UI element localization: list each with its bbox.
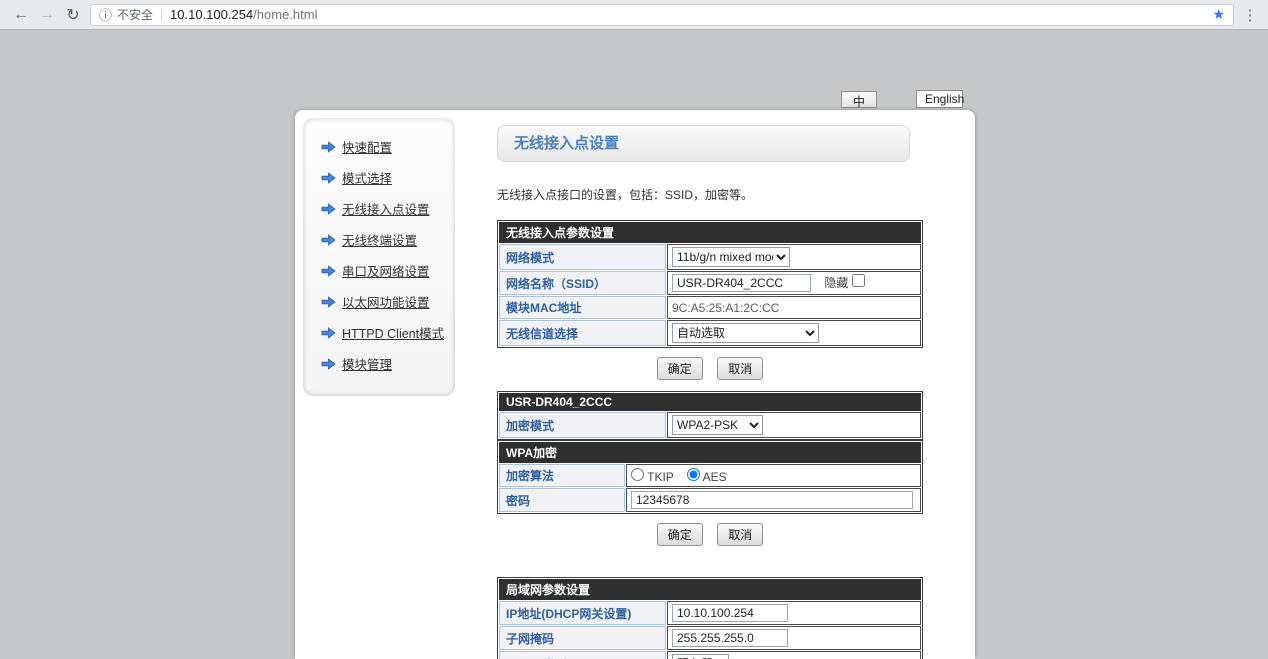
- arrow-right-icon: [321, 234, 336, 246]
- table-row: 加密模式 WPA2-PSK: [499, 412, 921, 438]
- sidebar-item-uart-settings[interactable]: 串口及网络设置: [303, 255, 455, 286]
- encryption-mode-select[interactable]: WPA2-PSK: [672, 415, 763, 435]
- url-host: 10.10.100.254: [170, 7, 253, 22]
- lan-settings-table: 局域网参数设置 IP地址(DHCP网关设置) 子网掩码 DHCP 类型: [497, 577, 923, 659]
- sidebar-item-label: 无线终端设置: [342, 230, 417, 249]
- security-label: 不安全: [117, 6, 153, 23]
- arrow-right-icon: [321, 141, 336, 153]
- security-table-header: USR-DR404_2CCC: [499, 393, 921, 411]
- tkip-radio[interactable]: [631, 468, 644, 481]
- language-chinese-button[interactable]: 中文: [841, 91, 877, 108]
- tkip-label: TKIP: [647, 470, 673, 484]
- table-row: 密码: [499, 488, 921, 512]
- page-title: 无线接入点设置: [498, 126, 909, 161]
- back-icon[interactable]: ←: [8, 6, 34, 24]
- security-ok-button[interactable]: 确定: [657, 523, 703, 546]
- network-mode-select[interactable]: 11b/g/n mixed mode: [672, 247, 790, 267]
- ap-settings-table: 无线接入点参数设置 网络模式 11b/g/n mixed mode 网络名称（S…: [497, 220, 923, 348]
- network-mode-label: 网络模式: [499, 244, 666, 270]
- forward-icon[interactable]: →: [34, 6, 60, 24]
- sidebar-item-ap-settings[interactable]: 无线接入点设置: [303, 193, 455, 224]
- hide-ssid-checkbox[interactable]: [852, 274, 865, 287]
- table-row: 网络模式 11b/g/n mixed mode: [499, 244, 921, 270]
- sidebar-item-label: 串口及网络设置: [342, 261, 430, 280]
- sidebar-item-ethernet-settings[interactable]: 以太网功能设置: [303, 286, 455, 317]
- ssid-input[interactable]: [672, 274, 811, 292]
- table-row: 子网掩码: [499, 626, 921, 650]
- sidebar-item-mode-select[interactable]: 模式选择: [303, 162, 455, 193]
- encryption-mode-label: 加密模式: [499, 412, 666, 438]
- wpa-table-header: WPA加密: [499, 442, 921, 463]
- browser-menu-icon[interactable]: ⋮: [1240, 6, 1260, 24]
- address-bar[interactable]: ⓘ 不安全 10.10.100.254 /home.html ★: [90, 4, 1234, 26]
- sidebar-item-label: 快速配置: [342, 137, 392, 156]
- ip-address-label: IP地址(DHCP网关设置): [499, 601, 666, 625]
- omnibox-divider: [161, 8, 162, 22]
- arrow-right-icon: [321, 296, 336, 308]
- title-banner: 无线接入点设置: [497, 125, 910, 162]
- bookmark-star-icon[interactable]: ★: [1212, 6, 1225, 23]
- arrow-right-icon: [321, 172, 336, 184]
- sidebar-item-quick-config[interactable]: 快速配置: [303, 131, 455, 162]
- ap-ok-button[interactable]: 确定: [657, 357, 703, 380]
- password-label: 密码: [499, 488, 625, 512]
- language-english-button[interactable]: English: [916, 90, 963, 108]
- arrow-right-icon: [321, 358, 336, 370]
- algorithm-label: 加密算法: [499, 464, 625, 487]
- page-background: 中文 English 快速配置 模式选择 无线接入点设置 无线终端设置: [0, 30, 1268, 659]
- security-cancel-button[interactable]: 取消: [717, 523, 763, 546]
- mac-address-label: 模块MAC地址: [499, 296, 666, 319]
- sidebar-nav: 快速配置 模式选择 无线接入点设置 无线终端设置 串口及网络设置 以太网功能设置: [303, 118, 455, 396]
- main-content: 无线接入点设置 无线接入点接口的设置，包括：SSID，加密等。 无线接入点参数设…: [497, 110, 925, 659]
- arrow-right-icon: [321, 203, 336, 215]
- lan-table-header: 局域网参数设置: [499, 579, 921, 600]
- table-row: 模块MAC地址 9C:A5:25:A1:2C:CC: [499, 296, 921, 319]
- dhcp-type-label: DHCP 类型: [499, 651, 666, 659]
- mac-address-value: 9C:A5:25:A1:2C:CC: [667, 296, 921, 319]
- sidebar-item-httpd-client[interactable]: HTTPD Client模式: [303, 317, 455, 348]
- wpa-settings-table: WPA加密 加密算法 TKIP AES 密: [497, 440, 923, 514]
- aes-radio[interactable]: [687, 468, 700, 481]
- browser-toolbar: ← → ↻ ⓘ 不安全 10.10.100.254 /home.html ★ ⋮: [0, 0, 1268, 30]
- info-icon[interactable]: ⓘ: [99, 5, 112, 24]
- ap-buttons-row: 确定 取消: [497, 357, 923, 380]
- table-row: 加密算法 TKIP AES: [499, 464, 921, 487]
- arrow-right-icon: [321, 265, 336, 277]
- sidebar-item-label: 无线接入点设置: [342, 199, 430, 218]
- channel-select[interactable]: 自动选取: [672, 323, 819, 343]
- dhcp-type-select[interactable]: 服务器: [672, 654, 729, 659]
- table-row: IP地址(DHCP网关设置): [499, 601, 921, 625]
- subnet-mask-label: 子网掩码: [499, 626, 666, 650]
- aes-label: AES: [703, 470, 727, 484]
- table-row: 无线信道选择 自动选取: [499, 320, 921, 346]
- password-input[interactable]: [631, 491, 913, 509]
- ap-cancel-button[interactable]: 取消: [717, 357, 763, 380]
- hide-ssid-label: 隐藏: [824, 276, 848, 290]
- sidebar-item-label: 模块管理: [342, 354, 392, 373]
- arrow-right-icon: [321, 327, 336, 339]
- sidebar-item-module-management[interactable]: 模块管理: [303, 348, 455, 379]
- content-panel: 快速配置 模式选择 无线接入点设置 无线终端设置 串口及网络设置 以太网功能设置: [295, 110, 975, 659]
- ip-address-input[interactable]: [672, 604, 788, 622]
- ap-table-header: 无线接入点参数设置: [499, 222, 921, 243]
- ssid-label: 网络名称（SSID）: [499, 271, 666, 295]
- page-description: 无线接入点接口的设置，包括：SSID，加密等。: [497, 186, 925, 203]
- url-path: /home.html: [253, 7, 317, 22]
- security-mode-table: USR-DR404_2CCC 加密模式 WPA2-PSK: [497, 391, 923, 440]
- sidebar-item-label: HTTPD Client模式: [342, 323, 444, 342]
- table-row: 网络名称（SSID） 隐藏: [499, 271, 921, 295]
- subnet-mask-input[interactable]: [672, 629, 788, 647]
- sidebar-item-label: 以太网功能设置: [342, 292, 430, 311]
- sidebar-item-label: 模式选择: [342, 168, 392, 187]
- channel-label: 无线信道选择: [499, 320, 666, 346]
- table-row: DHCP 类型 服务器: [499, 651, 921, 659]
- security-buttons-row: 确定 取消: [497, 523, 923, 546]
- refresh-icon[interactable]: ↻: [60, 5, 86, 25]
- sidebar-item-sta-settings[interactable]: 无线终端设置: [303, 224, 455, 255]
